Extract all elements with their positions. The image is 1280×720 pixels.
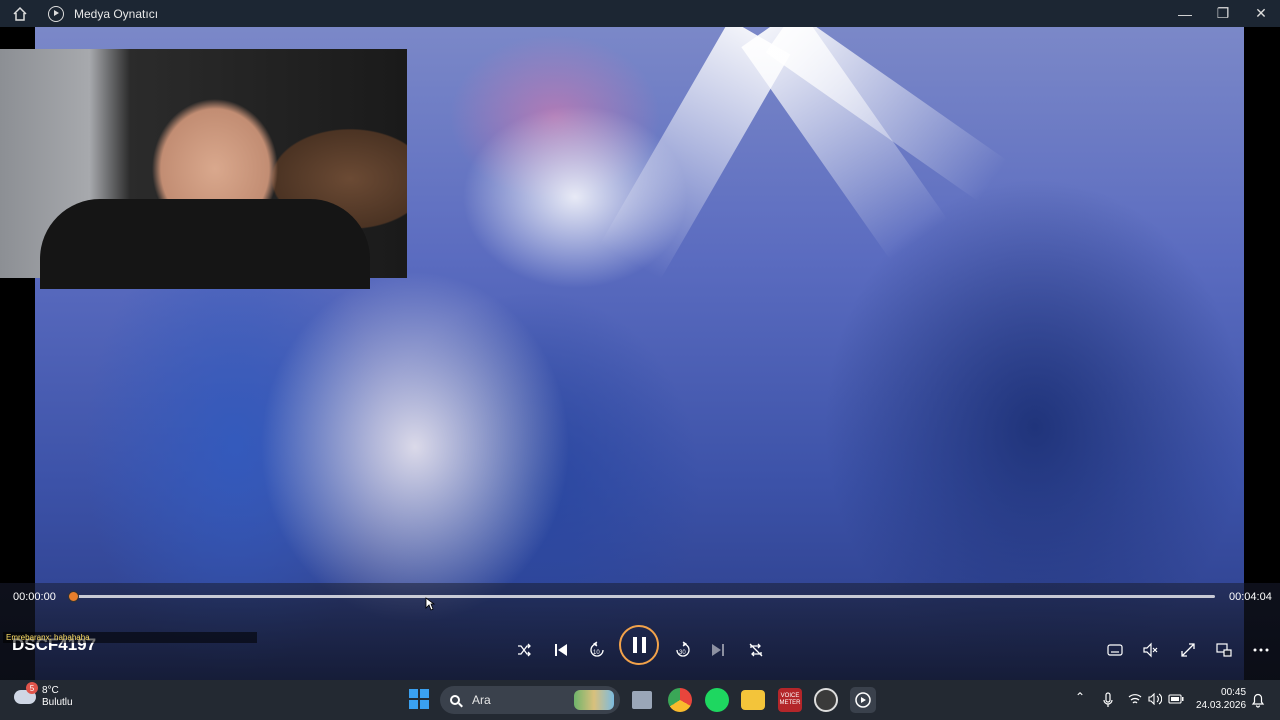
rewind-10-icon: 10 (590, 641, 604, 657)
clock-time: 00:45 (1221, 687, 1247, 698)
task-view-icon[interactable] (632, 691, 652, 709)
microphone-icon[interactable] (1102, 692, 1114, 708)
media-player-taskbar-icon[interactable] (850, 687, 876, 713)
window-title: Medya Oynatıcı (74, 6, 159, 21)
next-icon (712, 644, 724, 656)
seek-thumb[interactable] (68, 591, 79, 602)
clock-date: 24.03.2026 (1196, 700, 1247, 711)
taskbar-search[interactable]: Ara (440, 686, 620, 714)
fullscreen-icon (1181, 643, 1195, 657)
seek-bar[interactable] (73, 595, 1215, 598)
weather-desc: Bulutlu (42, 697, 73, 708)
battery-icon[interactable] (1168, 694, 1184, 704)
pause-icon (632, 637, 646, 653)
repeat-off-icon (749, 643, 763, 657)
volume-icon[interactable] (1148, 693, 1162, 705)
previous-button[interactable] (549, 638, 573, 662)
subtitles-icon (1107, 644, 1123, 656)
more-icon (1253, 648, 1269, 652)
search-placeholder: Ara (472, 693, 491, 707)
cloud-icon: 5 (14, 682, 38, 704)
voicemeeter-icon[interactable]: VOICE METER (778, 688, 802, 712)
chrome-icon[interactable] (668, 688, 692, 712)
chevron-up-icon[interactable]: ⌃ (1075, 690, 1085, 704)
media-player-app-icon (48, 5, 64, 22)
obs-icon[interactable] (814, 688, 838, 712)
next-button[interactable] (706, 638, 730, 662)
svg-text:10: 10 (593, 650, 600, 656)
repeat-off-button[interactable] (744, 638, 768, 662)
playback-controls: 00:00:00 00:04:04 DSCF4197 Emrebaranx: h… (0, 583, 1280, 680)
notification-bell-icon[interactable] (1251, 692, 1265, 708)
forward-30-icon: 30 (676, 641, 690, 657)
taskbar: 5 8°C Bulutlu Ara VOICE METER ⌃ 00:45 24… (0, 680, 1280, 720)
mouse-cursor-icon (425, 597, 435, 611)
previous-icon (555, 644, 567, 656)
subtitles-button[interactable] (1103, 638, 1127, 662)
webcam-overlay (0, 49, 407, 289)
chat-overlay-text: Emrebaranx: hahahaha (3, 632, 257, 643)
shuffle-button[interactable] (512, 638, 536, 662)
miniplayer-icon (1216, 643, 1232, 657)
fullscreen-button[interactable] (1176, 638, 1200, 662)
maximize-button[interactable]: ❐ (1204, 0, 1242, 27)
total-time: 00:04:04 (1229, 591, 1272, 603)
home-icon[interactable] (0, 0, 40, 27)
clock[interactable]: 00:45 24.03.2026 (1196, 686, 1246, 712)
shuffle-icon (518, 643, 531, 657)
spotify-icon[interactable] (705, 688, 729, 712)
streamer-figure (40, 199, 370, 289)
title-bar: Medya Oynatıcı — ❐ ✕ (0, 0, 1280, 27)
mute-button[interactable] (1139, 638, 1163, 662)
weather-badge: 5 (26, 682, 38, 694)
forward-30-button[interactable]: 30 (671, 638, 695, 662)
wifi-icon[interactable] (1128, 693, 1142, 705)
rewind-10-button[interactable]: 10 (585, 638, 609, 662)
search-highlight-image (574, 690, 614, 710)
weather-temp: 8°C (42, 685, 59, 696)
file-explorer-icon[interactable] (741, 690, 765, 710)
search-icon (450, 695, 460, 705)
svg-text:30: 30 (679, 650, 686, 656)
pause-button[interactable] (619, 625, 659, 665)
start-button[interactable] (409, 689, 429, 709)
close-button[interactable]: ✕ (1242, 0, 1280, 27)
speaker-muted-icon (1143, 642, 1158, 658)
minimize-button[interactable]: — (1166, 0, 1204, 27)
current-time: 00:00:00 (13, 591, 56, 603)
weather-widget[interactable]: 5 8°C Bulutlu (14, 682, 73, 709)
more-options-button[interactable] (1249, 638, 1273, 662)
miniplayer-button[interactable] (1212, 638, 1236, 662)
